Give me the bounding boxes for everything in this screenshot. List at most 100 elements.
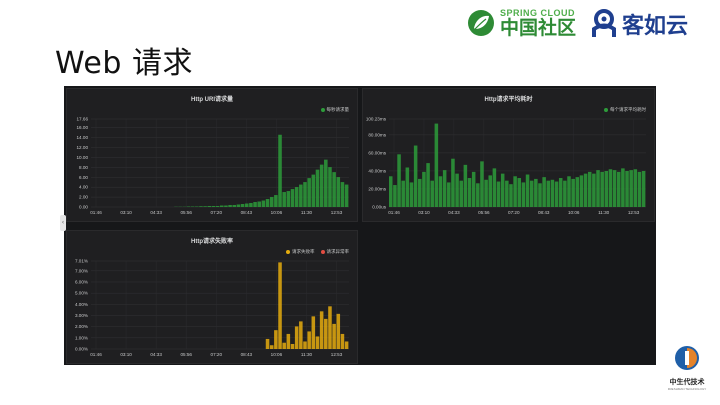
data-bar bbox=[608, 169, 613, 207]
data-bar bbox=[612, 170, 617, 207]
data-bar bbox=[517, 178, 522, 207]
data-bar bbox=[315, 336, 320, 349]
data-bar bbox=[430, 180, 434, 207]
y-tick-label: 4.00 bbox=[79, 185, 88, 190]
data-bar bbox=[413, 145, 418, 207]
y-tick-label: 6.00% bbox=[75, 279, 88, 284]
x-tick-label: 10:06 bbox=[271, 352, 283, 357]
data-bar bbox=[294, 187, 299, 207]
data-bar bbox=[534, 178, 538, 207]
data-bar bbox=[621, 168, 625, 207]
data-bar bbox=[447, 182, 451, 207]
x-tick-label: 08:43 bbox=[241, 352, 253, 357]
x-tick-label: 04:33 bbox=[150, 210, 162, 215]
x-tick-label: 08:43 bbox=[538, 210, 550, 215]
x-tick-label: 07:20 bbox=[211, 352, 223, 357]
data-bar bbox=[563, 180, 567, 207]
y-tick-label: 40.00ms bbox=[368, 168, 386, 173]
data-bar bbox=[488, 175, 493, 207]
data-bar bbox=[459, 180, 463, 207]
data-bar bbox=[629, 170, 633, 207]
springcloud-cn-text: 中国社区 bbox=[500, 16, 577, 39]
data-bar bbox=[550, 179, 555, 207]
y-tick-label: 0.00% bbox=[75, 347, 88, 352]
data-bar bbox=[467, 178, 472, 207]
x-tick-label: 01:46 bbox=[90, 352, 102, 357]
y-tick-label: 100.23ms bbox=[366, 117, 387, 122]
data-bar bbox=[303, 182, 307, 207]
data-bar bbox=[336, 177, 341, 207]
data-bar bbox=[596, 170, 600, 207]
data-bar bbox=[324, 318, 328, 349]
panel-request-count[interactable]: Http URI请求量 每秒请求量 0.00 2.00 4.00 6.00 8.00 10… bbox=[66, 88, 358, 222]
data-bar bbox=[319, 311, 324, 349]
data-bar bbox=[546, 180, 551, 207]
kry-text: 客如云 bbox=[622, 14, 689, 39]
data-bar bbox=[525, 174, 530, 207]
data-bar bbox=[220, 205, 224, 207]
plot-area[interactable]: 0.00us 20.00ms 40.00ms 60.00ms 80.00ms 100.23… bbox=[363, 89, 654, 221]
data-bar bbox=[203, 206, 207, 207]
data-bar bbox=[575, 177, 580, 207]
data-bar bbox=[307, 331, 311, 349]
data-bar bbox=[505, 180, 509, 207]
x-tick-label: 12:53 bbox=[331, 210, 343, 215]
data-bar bbox=[344, 341, 349, 349]
data-bar bbox=[538, 183, 542, 207]
data-bar bbox=[571, 178, 575, 207]
data-bar bbox=[199, 206, 203, 207]
data-bar bbox=[554, 181, 559, 207]
y-tick-label: 4.00% bbox=[75, 302, 88, 307]
data-bar bbox=[422, 171, 426, 207]
data-bar bbox=[434, 123, 439, 207]
data-bar bbox=[328, 167, 332, 207]
data-bar bbox=[471, 171, 476, 207]
panel-failure-rate[interactable]: Http请求失败率 请求失败率 请求异常率 0.00% 1.00% 2.00% 3.0… bbox=[66, 230, 358, 364]
data-bar bbox=[567, 176, 571, 207]
data-bar bbox=[641, 171, 646, 207]
kry-brand: 客如云 bbox=[590, 8, 688, 40]
data-bar bbox=[286, 191, 291, 207]
data-bar bbox=[224, 205, 228, 207]
data-bar bbox=[418, 178, 422, 207]
plot-area[interactable]: 0.00 2.00 4.00 6.00 8.00 10.00 12.00 14.00 16.00… bbox=[67, 89, 357, 221]
data-bar bbox=[600, 171, 604, 207]
data-bar bbox=[463, 164, 468, 207]
x-tick-label: 10:06 bbox=[271, 210, 283, 215]
data-bar bbox=[438, 176, 443, 207]
data-bar bbox=[393, 185, 397, 207]
x-tick-label: 05:56 bbox=[180, 210, 192, 215]
plot-area[interactable]: 0.00% 1.00% 2.00% 3.00% 4.00% 5.00% 6.00% 7.00%… bbox=[67, 231, 357, 363]
data-bar bbox=[401, 180, 405, 207]
data-bar bbox=[290, 189, 295, 207]
y-tick-label: 1.00% bbox=[75, 335, 88, 340]
data-bar bbox=[211, 206, 216, 207]
data-bar bbox=[232, 205, 237, 207]
y-tick-label: 8.00 bbox=[79, 165, 88, 170]
data-bar bbox=[625, 171, 629, 207]
data-bar bbox=[236, 204, 241, 207]
data-bar bbox=[261, 200, 266, 207]
data-bar bbox=[274, 195, 278, 207]
x-tick-label: 04:33 bbox=[448, 210, 460, 215]
zsd-logo-icon bbox=[675, 346, 699, 370]
y-tick-label: 0.00us bbox=[372, 205, 386, 210]
data-bar bbox=[282, 342, 286, 349]
data-bar bbox=[240, 204, 245, 207]
data-bar bbox=[294, 326, 299, 349]
x-tick-label: 07:20 bbox=[508, 210, 520, 215]
data-bar bbox=[496, 181, 501, 207]
y-tick-label: 10.00 bbox=[77, 155, 89, 160]
data-bar bbox=[274, 330, 278, 349]
data-bar bbox=[228, 205, 232, 207]
data-bar bbox=[426, 163, 430, 207]
x-tick-label: 01:46 bbox=[388, 210, 400, 215]
panel-avg-latency[interactable]: Http请求平均耗时 每个请求平均耗时 0.00us 20.00ms 40.00ms… bbox=[362, 88, 655, 222]
data-bar bbox=[455, 173, 459, 207]
data-bar bbox=[324, 159, 328, 207]
springcloud-brand: SPRING CLOUD 中国社区 bbox=[466, 8, 576, 38]
y-tick-label: 12.00 bbox=[77, 145, 89, 150]
data-bar bbox=[492, 168, 497, 207]
sidebar-collapse-handle[interactable]: ‹ bbox=[60, 215, 66, 231]
data-bar bbox=[286, 333, 291, 349]
